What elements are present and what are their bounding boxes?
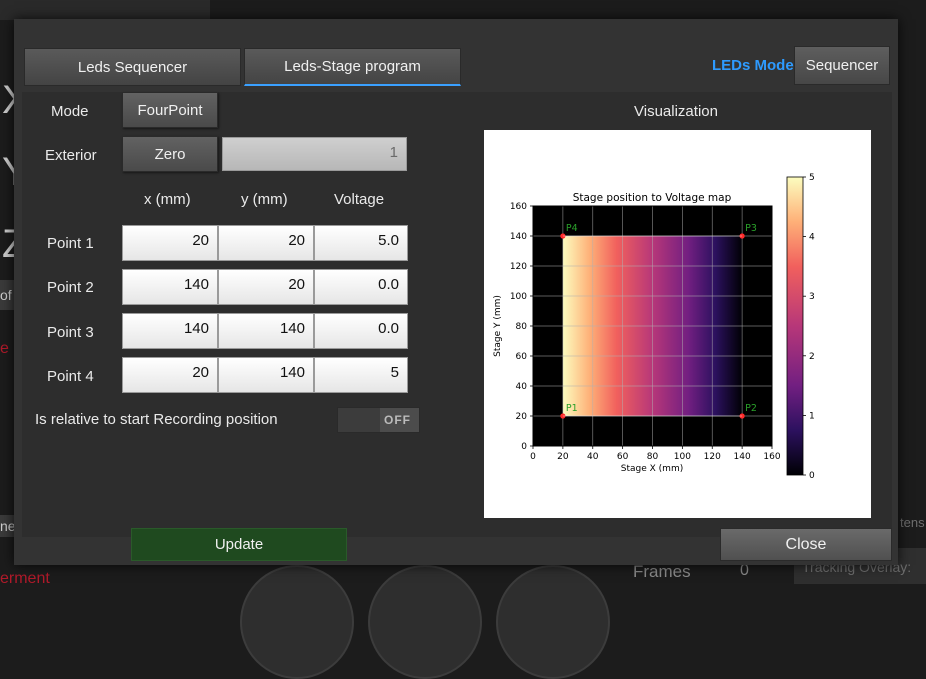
colorbar-ticks: 0 1 2 3 4 5	[803, 173, 815, 481]
background-round-button-2	[368, 565, 482, 679]
point-4-x-input[interactable]: 20	[122, 357, 218, 393]
colorbar-tick-label: 1	[809, 411, 815, 421]
update-button[interactable]: Update	[131, 528, 347, 561]
leds-mode-label: LEDs Mode	[712, 57, 794, 74]
background-frames-label: Frames	[633, 562, 691, 581]
control-point-label: P1	[566, 403, 578, 414]
colorbar-tick-label: 4	[809, 233, 815, 243]
y-tick-label: 120	[510, 262, 527, 272]
leds-dialog: Leds Sequencer Leds-Stage program LEDs M…	[14, 19, 898, 565]
chart-title: Stage position to Voltage map	[573, 192, 732, 204]
y-axis-label: Stage Y (mm)	[493, 295, 503, 357]
point-3-y-input[interactable]: 140	[218, 313, 314, 349]
point-3-label: Point 3	[47, 324, 94, 341]
x-tick-label: 80	[647, 452, 659, 462]
column-header-voltage: Voltage	[334, 191, 385, 208]
y-tick-label: 160	[510, 202, 527, 212]
control-point-label: P4	[566, 223, 578, 234]
x-tick-label: 140	[734, 452, 751, 462]
point-1-x-input[interactable]: 20	[122, 225, 218, 261]
x-tick-label: 160	[763, 452, 780, 462]
toggle-knob	[338, 408, 380, 432]
y-tick-label: 140	[510, 232, 527, 242]
y-tick-label: 40	[516, 382, 528, 392]
column-header-x: x (mm)	[144, 191, 191, 208]
point-4-voltage-input[interactable]: 5	[314, 357, 408, 393]
column-header-y: y (mm)	[241, 191, 288, 208]
background-round-button-1	[240, 565, 354, 679]
y-tick-label: 0	[521, 442, 527, 452]
toggle-state-label: OFF	[384, 413, 411, 427]
background-topbar	[0, 0, 210, 20]
x-tick-label: 20	[557, 452, 569, 462]
voltage-map-chart: Stage position to Voltage map 0 20 40 60 80 1…	[493, 173, 815, 481]
exterior-label: Exterior	[45, 147, 97, 164]
point-2-y-input[interactable]: 20	[218, 269, 314, 305]
background-round-button-3	[496, 565, 610, 679]
point-2-voltage-input[interactable]: 0.0	[314, 269, 408, 305]
point-2-label: Point 2	[47, 279, 94, 296]
colorbar-tick-label: 5	[809, 173, 815, 183]
exterior-value-field: 1	[222, 137, 407, 171]
y-tick-label: 20	[516, 412, 528, 422]
colorbar	[786, 176, 804, 476]
visualization-title: Visualization	[634, 103, 718, 120]
point-2-x-input[interactable]: 140	[122, 269, 218, 305]
tab-leds-sequencer[interactable]: Leds Sequencer	[24, 48, 241, 86]
x-tick-label: 0	[530, 452, 536, 462]
point-4-y-input[interactable]: 140	[218, 357, 314, 393]
tab-leds-stage-program[interactable]: Leds-Stage program	[244, 48, 461, 86]
colorbar-tick-label: 0	[809, 471, 815, 481]
point-3-voltage-input[interactable]: 0.0	[314, 313, 408, 349]
x-tick-label: 40	[587, 452, 599, 462]
y-axis-ticks: 0 20 40 60 80 100 120 140 160	[510, 202, 533, 452]
background-fragment-e: e	[0, 340, 9, 357]
y-tick-label: 80	[516, 322, 528, 332]
point-1-voltage-input[interactable]: 5.0	[314, 225, 408, 261]
x-tick-label: 100	[674, 452, 691, 462]
background-fragment-erment: erment	[0, 570, 50, 587]
close-button[interactable]: Close	[720, 528, 892, 561]
mode-label: Mode	[51, 103, 89, 120]
point-3-x-input[interactable]: 140	[122, 313, 218, 349]
leds-mode-button[interactable]: Sequencer	[794, 46, 890, 85]
point-1-y-input[interactable]: 20	[218, 225, 314, 261]
background-fragment-of: of	[0, 287, 12, 303]
visualization-panel: Stage position to Voltage map 0 20 40 60 80 1…	[484, 130, 871, 518]
y-tick-label: 60	[516, 352, 528, 362]
x-axis-ticks: 0 20 40 60 80 100 120 140 160	[530, 446, 781, 462]
control-point-label: P3	[745, 223, 757, 234]
y-tick-label: 100	[510, 292, 527, 302]
background-fragment-tens: tens	[900, 515, 925, 530]
x-tick-label: 60	[617, 452, 629, 462]
exterior-dropdown[interactable]: Zero	[122, 136, 218, 172]
point-4-label: Point 4	[47, 368, 94, 385]
control-point-label: P2	[745, 403, 757, 414]
x-axis-label: Stage X (mm)	[621, 464, 683, 474]
mode-dropdown[interactable]: FourPoint	[122, 92, 218, 128]
relative-position-toggle[interactable]: OFF	[337, 407, 420, 433]
relative-position-label: Is relative to start Recording position	[35, 411, 278, 428]
colorbar-tick-label: 2	[809, 352, 815, 362]
colorbar-tick-label: 3	[809, 292, 815, 302]
point-1-label: Point 1	[47, 235, 94, 252]
x-tick-label: 120	[704, 452, 721, 462]
